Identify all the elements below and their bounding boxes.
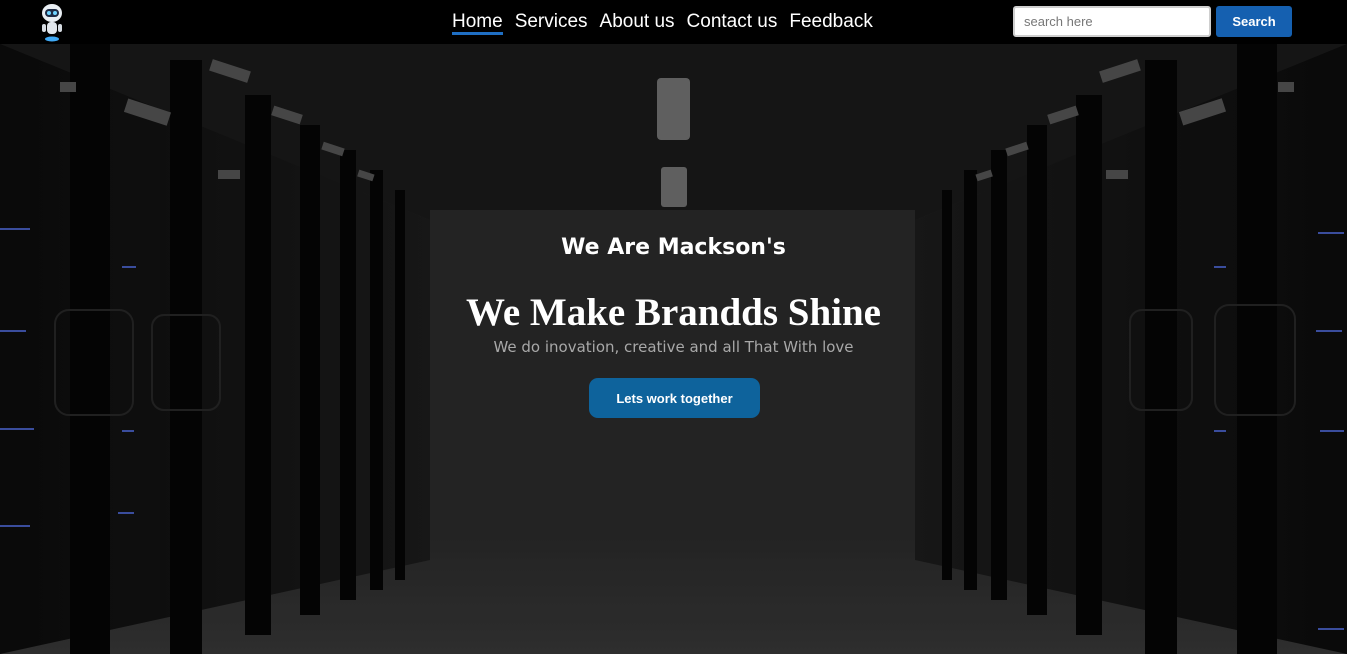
- search-input[interactable]: [1013, 6, 1211, 37]
- search-button[interactable]: Search: [1216, 6, 1292, 37]
- page: Home Services About us Contact us Feedba…: [0, 0, 1347, 654]
- nav-menu: Home Services About us Contact us Feedba…: [446, 0, 879, 44]
- hero-title: We Make Brandds Shine: [465, 291, 881, 334]
- nav-link-about-us[interactable]: About us: [594, 0, 681, 44]
- nav-link-home[interactable]: Home: [446, 0, 509, 44]
- hero-kicker: We Are Mackson's: [561, 235, 786, 260]
- lets-work-together-button[interactable]: Lets work together: [589, 378, 760, 418]
- nav-link-feedback[interactable]: Feedback: [783, 0, 878, 44]
- hero-subtitle: We do inovation, creative and all That W…: [493, 338, 854, 356]
- robot-icon[interactable]: [38, 3, 66, 43]
- navbar: Home Services About us Contact us Feedba…: [0, 0, 1347, 44]
- nav-link-services[interactable]: Services: [509, 0, 594, 44]
- nav-link-contact-us[interactable]: Contact us: [681, 0, 784, 44]
